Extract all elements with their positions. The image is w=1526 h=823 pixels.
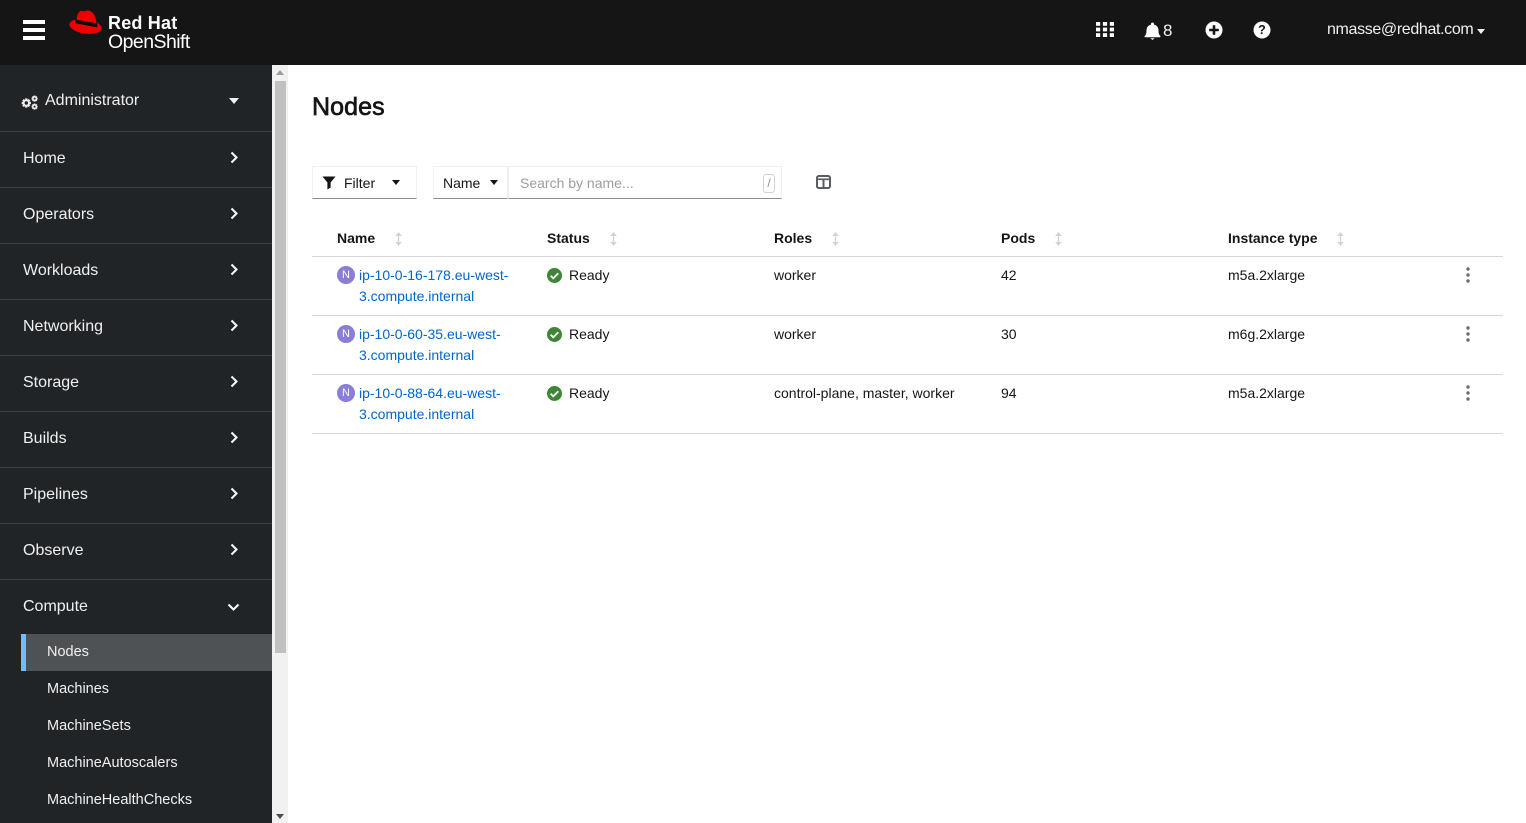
svg-text:?: ? — [1258, 23, 1266, 37]
